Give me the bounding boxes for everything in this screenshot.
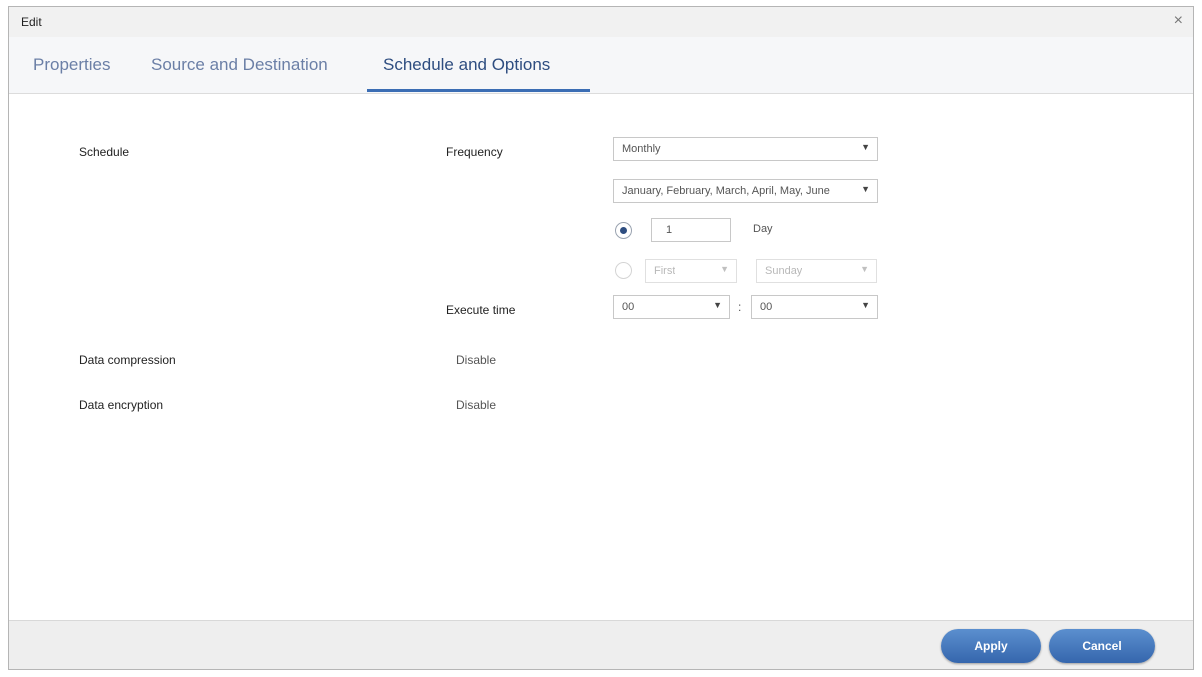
data-encryption-label: Data encryption [79,398,164,412]
chevron-down-icon: ▼ [720,264,729,274]
edit-dialog: Edit × Properties Source and Destination… [8,6,1194,670]
tab-schedule-and-options[interactable]: Schedule and Options [383,55,550,75]
frequency-value: Monthly [622,143,661,155]
weekday-value: Sunday [765,265,803,277]
chevron-down-icon: ▼ [861,142,870,152]
frequency-select[interactable]: Monthly ▼ [613,137,878,161]
schedule-label: Schedule [79,145,130,159]
hour-value: 00 [622,301,635,313]
dialog-footer: Apply Cancel [9,620,1193,669]
day-of-month-radio[interactable] [615,222,632,239]
data-compression-value: Disable [456,353,497,367]
active-tab-indicator [367,89,590,92]
apply-button[interactable]: Apply [941,629,1041,663]
minute-select[interactable]: 00 ▼ [751,295,878,319]
execute-time-label: Execute time [446,303,516,317]
data-compression-label: Data compression [79,353,176,367]
frequency-label: Frequency [446,145,503,159]
tab-source-and-destination[interactable]: Source and Destination [151,55,328,75]
chevron-down-icon: ▼ [861,300,870,310]
weekday-select[interactable]: Sunday ▼ [756,259,877,283]
title-bar: Edit × [9,7,1193,38]
weekday-radio[interactable] [615,262,632,279]
minute-value: 00 [760,301,773,313]
tab-bar: Properties Source and Destination Schedu… [9,37,1193,94]
tab-properties[interactable]: Properties [33,55,110,75]
close-icon[interactable]: × [1174,13,1183,29]
time-separator: : [738,300,742,314]
chevron-down-icon: ▼ [861,184,870,194]
hour-select[interactable]: 00 ▼ [613,295,730,319]
day-number-input[interactable]: 1 [651,218,731,242]
chevron-down-icon: ▼ [713,300,722,310]
months-select[interactable]: January, February, March, April, May, Ju… [613,179,878,203]
cancel-button[interactable]: Cancel [1049,629,1155,663]
chevron-down-icon: ▼ [860,264,869,274]
dialog-title: Edit [21,15,42,29]
data-encryption-value: Disable [456,398,497,412]
day-unit-label: Day [753,223,773,235]
months-value: January, February, March, April, May, Ju… [622,185,830,197]
week-ordinal-value: First [654,265,676,277]
week-ordinal-select[interactable]: First ▼ [645,259,737,283]
